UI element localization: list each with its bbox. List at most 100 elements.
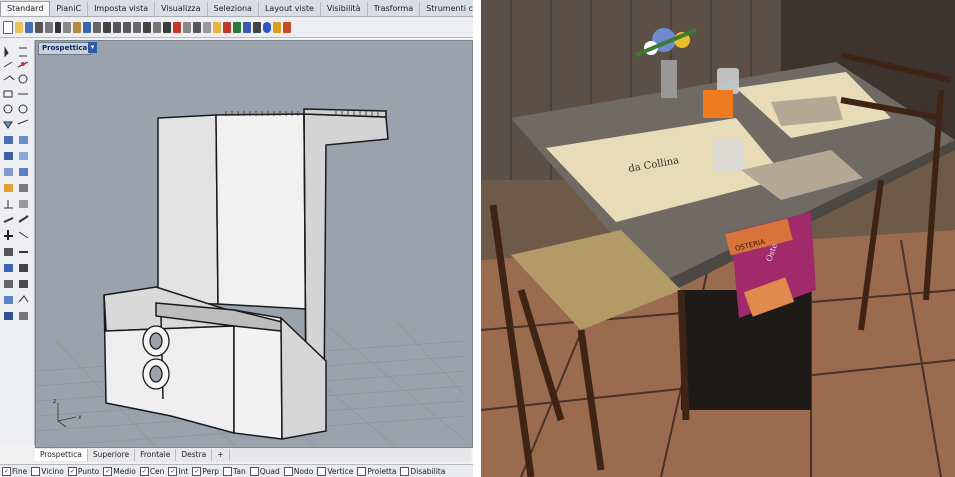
cut-icon[interactable] (55, 21, 61, 33)
zoom-icon[interactable] (113, 21, 121, 33)
osnap-nodo-label: Nodo (293, 467, 314, 476)
osnap-int-label: Int (178, 467, 189, 476)
viewport-menu-dropdown[interactable]: ▾ (88, 42, 97, 53)
osnap-vertice-label: Vertice (327, 467, 354, 476)
pan-hand-icon[interactable] (93, 21, 101, 33)
osnap-disabilita-label: Disabilita (410, 467, 446, 476)
set-view-icon[interactable] (163, 21, 171, 33)
tab-trasforma[interactable]: Trasforma (368, 2, 421, 16)
zoom-selected-icon[interactable] (143, 21, 151, 33)
glass-front (713, 140, 743, 172)
properties-icon[interactable] (233, 21, 241, 33)
left-toolbar (0, 40, 35, 445)
import-icon[interactable] (45, 21, 53, 33)
osnap-punto[interactable]: ✓ Punto (67, 467, 100, 476)
osnap-cen-checkbox[interactable]: ✓ (139, 467, 149, 476)
tab-seleziona[interactable]: Seleziona (208, 2, 259, 16)
viewport-tabs: Prospettica Superiore Frontale Destra + (35, 448, 471, 462)
osnap-punto-checkbox[interactable]: ✓ (67, 467, 77, 476)
osnap-fine-checkbox[interactable]: ✓ (2, 467, 11, 476)
condiment-holder (703, 90, 733, 118)
osnap-proietta-checkbox[interactable] (357, 467, 367, 476)
osnap-proietta-label: Proietta (367, 467, 397, 476)
osnap-disabilita-checkbox[interactable] (400, 467, 410, 476)
view-tab-prospettica[interactable]: Prospettica (35, 449, 88, 461)
tab-strumenti-curve[interactable]: Strumenti cur (420, 2, 473, 16)
tab-layout-viste[interactable]: Layout viste (259, 2, 321, 16)
osnap-fine[interactable]: ✓ Fine (2, 467, 27, 476)
options-icon[interactable] (273, 21, 281, 33)
sphere-icon[interactable] (263, 21, 271, 33)
print-icon[interactable] (35, 21, 43, 33)
axis-indicator: z x (53, 398, 82, 428)
osnap-bar: ✓ Fine Vicino ✓ Punto ✓ Medio ✓ Cen ✓ Int ✓ Pe… (0, 464, 473, 477)
axis-x-label: x (78, 414, 82, 421)
grid-snap-icon[interactable] (193, 21, 201, 33)
tab-visibilita[interactable]: Visibilità (321, 2, 368, 16)
cplane-icon[interactable] (173, 21, 181, 33)
osnap-tan-checkbox[interactable] (223, 467, 233, 476)
photo-scene: da Collina Osteria OSTERIA (481, 0, 955, 477)
osnap-nodo[interactable]: Nodo (283, 467, 314, 476)
material-icon[interactable] (253, 21, 261, 33)
osnap-perp-checkbox[interactable]: ✓ (192, 467, 202, 476)
osnap-vicino-label: Vicino (41, 467, 64, 476)
osnap-vertice-checkbox[interactable] (317, 467, 327, 476)
osnap-punto-label: Punto (77, 467, 100, 476)
osnap-vertice[interactable]: Vertice (317, 467, 353, 476)
left-toolbar-icons[interactable] (0, 40, 34, 445)
ribbon-tabs: Standard PianiC Imposta vista Visualizza… (0, 0, 473, 17)
perspective-viewport[interactable]: Prospettica ▾ z x (35, 40, 473, 448)
osnap-int[interactable]: ✓ Int (168, 467, 188, 476)
open-folder-icon[interactable] (15, 21, 23, 33)
osnap-medio[interactable]: ✓ Medio (103, 467, 136, 476)
zoom-extents-icon[interactable] (133, 21, 141, 33)
model-view[interactable]: z x (36, 41, 472, 447)
osnap-medio-label: Medio (113, 467, 136, 476)
osnap-quad[interactable]: Quad (249, 467, 280, 476)
axis-z-label: z (53, 398, 56, 405)
save-icon[interactable] (25, 21, 33, 33)
osnap-perp[interactable]: ✓ Perp (192, 467, 219, 476)
layer-icon[interactable] (223, 21, 231, 33)
named-views-icon[interactable] (183, 21, 191, 33)
osnap-vicino[interactable]: Vicino (31, 467, 64, 476)
zoom-window-icon[interactable] (123, 21, 131, 33)
tab-pianic[interactable]: PianiC (50, 2, 89, 16)
help-icon[interactable] (283, 21, 291, 33)
view-tab-frontale[interactable]: Frontale (135, 449, 177, 461)
osnap-quad-label: Quad (259, 467, 280, 476)
osnap-medio-checkbox[interactable]: ✓ (103, 467, 113, 476)
light-icon[interactable] (213, 21, 221, 33)
undo-icon[interactable] (83, 21, 91, 33)
osnap-nodo-checkbox[interactable] (283, 467, 293, 476)
osnap-vicino-checkbox[interactable] (31, 467, 41, 476)
add-view-tab-button[interactable]: + (212, 449, 230, 461)
render-icon[interactable] (243, 21, 251, 33)
tab-imposta-vista[interactable]: Imposta vista (88, 2, 156, 16)
new-file-icon[interactable] (3, 20, 13, 34)
tab-standard[interactable]: Standard (0, 1, 51, 16)
osnap-fine-label: Fine (12, 467, 28, 476)
select-icon[interactable] (203, 21, 211, 33)
model-3d-object (103, 108, 389, 440)
osnap-int-checkbox[interactable]: ✓ (168, 467, 178, 476)
osnap-quad-checkbox[interactable] (249, 467, 259, 476)
osnap-tan-label: Tan (233, 467, 246, 476)
standard-toolbar (0, 17, 473, 38)
viewport-title[interactable]: Prospettica (38, 42, 92, 55)
tab-visualizza[interactable]: Visualizza (155, 2, 208, 16)
view-tab-destra[interactable]: Destra (176, 449, 213, 461)
osnap-disabilita[interactable]: Disabilita (400, 467, 445, 476)
osnap-tan[interactable]: Tan (223, 467, 246, 476)
rotate-view-icon[interactable] (103, 21, 111, 33)
osnap-proietta[interactable]: Proietta (357, 467, 396, 476)
osnap-cen-label: Cen (149, 467, 165, 476)
restaurant-table-photo: da Collina Osteria OSTERIA (481, 0, 955, 477)
osnap-cen[interactable]: ✓ Cen (139, 467, 165, 476)
osnap-perp-label: Perp (202, 467, 220, 476)
view-tab-superiore[interactable]: Superiore (88, 449, 136, 461)
four-views-icon[interactable] (153, 21, 161, 33)
paste-icon[interactable] (73, 21, 81, 33)
copy-icon[interactable] (63, 21, 71, 33)
